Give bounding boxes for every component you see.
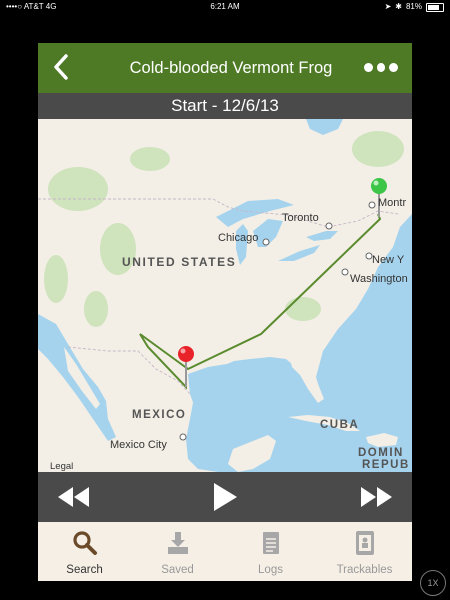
status-right: ➤ ✱ 81% (385, 0, 444, 14)
more-options-button[interactable] (364, 60, 399, 74)
tab-label: Search (66, 564, 103, 576)
tab-label: Logs (258, 564, 283, 576)
play-button[interactable] (210, 481, 240, 513)
city-dot-washington (341, 268, 349, 276)
notepad-icon (262, 532, 279, 554)
map-view[interactable]: UNITED STATES MEXICO CUBA DOMIN REPUB Ch… (38, 119, 412, 472)
playback-controls (38, 472, 412, 522)
city-dot-mexico-city (179, 433, 187, 441)
chevron-left-icon (54, 54, 68, 80)
map-label-dominican-2: REPUB (362, 459, 410, 471)
forest-area (48, 167, 108, 211)
legal-link[interactable]: Legal (50, 461, 73, 472)
tab-logs[interactable]: Logs (224, 522, 317, 581)
nav-bar: Cold-blooded Vermont Frog (38, 43, 412, 93)
tab-label: Trackables (336, 564, 393, 576)
map-label-mexico: MEXICO (132, 409, 187, 421)
search-icon (72, 531, 97, 555)
map-label-cuba: CUBA (320, 419, 360, 431)
location-icon: ➤ (384, 2, 392, 11)
city-dot-chicago (262, 238, 270, 246)
battery-percent: 81% (405, 2, 422, 11)
battery-icon (426, 2, 444, 12)
map-label-mexico-city: Mexico City (110, 439, 167, 451)
play-icon (214, 483, 237, 511)
tab-search[interactable]: Search (38, 522, 131, 581)
map-label-chicago: Chicago (218, 232, 259, 244)
fast-forward-icon (361, 487, 392, 507)
city-dot-montreal (368, 201, 376, 209)
rewind-button[interactable] (56, 481, 92, 513)
bluetooth-icon: ✱ (395, 2, 402, 11)
status-bar: ••••○ AT&T 4G 6:21 AM ➤ ✱ 81% (0, 0, 450, 14)
date-header: Start - 12/6/13 (38, 93, 412, 119)
clock: 6:21 AM (210, 2, 240, 11)
fast-forward-button[interactable] (358, 481, 394, 513)
tab-saved[interactable]: Saved (131, 522, 224, 581)
city-dot-toronto (325, 222, 333, 230)
map-label-montreal: Montr (378, 197, 407, 209)
trackable-tag-icon (355, 531, 374, 555)
page-title: Cold-blooded Vermont Frog (129, 59, 333, 77)
app-window: Cold-blooded Vermont Frog Start - 12/6/1… (38, 43, 412, 581)
map-label-new-york: New Y (372, 254, 405, 266)
map-label-united-states: UNITED STATES (122, 255, 237, 269)
tab-bar: Search Saved Logs Trackables (38, 522, 412, 581)
map-label-toronto: Toronto (282, 212, 319, 224)
ellipsis-icon (364, 62, 373, 72)
download-icon (167, 532, 188, 554)
map-label-dominican-1: DOMIN (358, 447, 404, 459)
tab-trackables[interactable]: Trackables (318, 522, 411, 581)
tab-label: Saved (161, 564, 194, 576)
map-label-washington: Washington (350, 273, 408, 285)
zoom-badge[interactable]: 1X (420, 570, 446, 596)
rewind-icon (58, 487, 89, 507)
back-button[interactable] (50, 52, 72, 82)
